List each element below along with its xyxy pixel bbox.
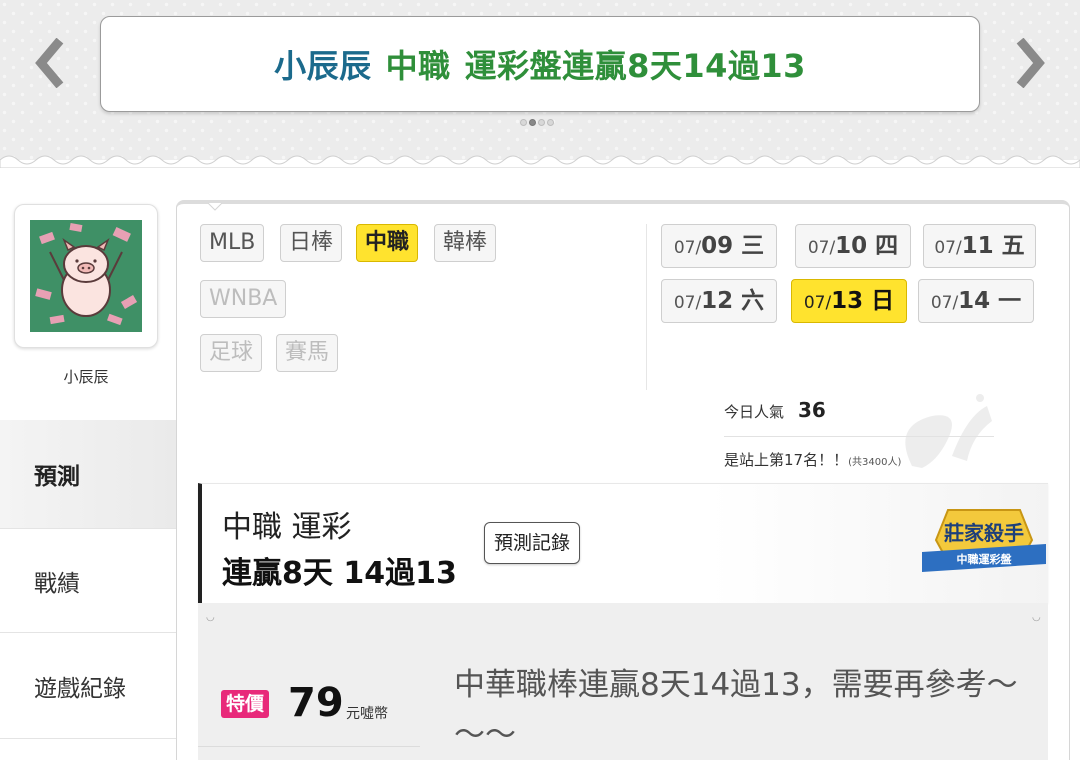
price-value: 79 [288, 680, 344, 726]
date-day: 09 三 [701, 233, 765, 259]
date-day: 12 六 [701, 288, 765, 314]
league-chip-npb[interactable]: 日棒 [280, 224, 343, 262]
sidebar-tab-game-log[interactable]: 遊戲紀錄 [0, 632, 178, 738]
prev-arrow-button[interactable] [28, 36, 68, 90]
carousel-dot-active[interactable] [529, 119, 536, 126]
date-chip[interactable]: 07/10 四 [795, 224, 911, 268]
date-day: 10 四 [835, 233, 899, 259]
date-month: 07/ [934, 238, 962, 258]
league-chip-mlb[interactable]: MLB [200, 224, 265, 262]
rank-total: (共3400人) [848, 457, 902, 468]
avatar-frame[interactable] [14, 204, 158, 348]
banner-username: 小辰辰 [274, 47, 372, 85]
date-month: 07/ [673, 238, 702, 258]
banner-text: 運彩盤連贏8天14過13 [464, 47, 806, 85]
banner-card[interactable]: 小辰辰 中職 運彩盤連贏8天14過13 [100, 16, 980, 112]
wave-divider [0, 155, 1080, 168]
date-day: 13 日 [831, 288, 895, 314]
prediction-description: 中華職棒連贏8天14過13，需要再參考～～～ [454, 667, 1018, 753]
date-chip-selected[interactable]: 07/13 日 [791, 279, 907, 323]
divider [198, 746, 420, 747]
carousel-dot[interactable] [520, 119, 527, 126]
prediction-history-button[interactable]: 預測記錄 [484, 522, 581, 564]
league-chip-wnba[interactable]: WNBA [200, 280, 287, 318]
league-chip-soccer[interactable]: 足球 [200, 334, 263, 372]
sidebar-tab-predict[interactable]: 預測 [0, 420, 178, 528]
carousel-dot[interactable] [547, 119, 554, 126]
user-name: 小辰辰 [63, 368, 109, 386]
badge-subtitle: 中職運彩盤 [957, 552, 1013, 566]
date-chip[interactable]: 07/12 六 [661, 279, 777, 323]
rank-stat: 是站上第17名！！(共3400人) [724, 449, 901, 470]
pin-icon: ◡ [206, 612, 215, 623]
pig-avatar-icon [30, 220, 142, 332]
date-chip[interactable]: 07/14 一 [918, 279, 1034, 323]
next-arrow-button[interactable] [1012, 36, 1052, 90]
popularity-label: 今日人氣 [724, 403, 785, 421]
bookie-killer-badge-icon: 莊家殺手 中職運彩盤 [922, 509, 1046, 572]
popularity-value: 36 [798, 398, 826, 422]
league-chip-horse-racing[interactable]: 賽馬 [276, 334, 339, 372]
date-month: 07/ [930, 293, 959, 313]
divider [724, 436, 994, 437]
sidebar-tab-record[interactable]: 戰績 [0, 528, 178, 632]
date-month: 07/ [673, 293, 702, 313]
headline-streak: 連贏8天 14過13 [222, 556, 457, 591]
carousel-dot[interactable] [538, 119, 545, 126]
date-chip[interactable]: 07/09 三 [661, 224, 777, 268]
banner-league: 中職 [385, 47, 451, 85]
carousel-dots [520, 119, 554, 129]
league-chip-kbo[interactable]: 韓棒 [434, 224, 497, 262]
league-chip-cpbl[interactable]: 中職 [356, 224, 419, 262]
chevron-right-icon [1016, 38, 1045, 88]
panel-notch [208, 203, 222, 211]
divider [646, 224, 647, 390]
special-price-tag: 特價 [221, 690, 270, 718]
date-chip[interactable]: 07/11 五 [923, 224, 1036, 268]
date-month: 07/ [807, 238, 836, 258]
price-unit: 元噓幣 [346, 706, 388, 722]
badge-title: 莊家殺手 [944, 521, 1024, 545]
rank-text: 是站上第17名！！ [724, 451, 849, 469]
avatar [30, 220, 142, 332]
sidebar-tab-more[interactable] [0, 738, 178, 760]
pin-icon: ◡ [1032, 612, 1041, 623]
date-day: 11 五 [961, 233, 1025, 259]
headline-title: 中職 運彩 [222, 510, 352, 545]
chevron-left-icon [35, 38, 64, 88]
popularity-stat: 今日人氣 36 [724, 398, 826, 422]
date-day: 14 一 [958, 288, 1022, 314]
date-month: 07/ [803, 293, 832, 313]
